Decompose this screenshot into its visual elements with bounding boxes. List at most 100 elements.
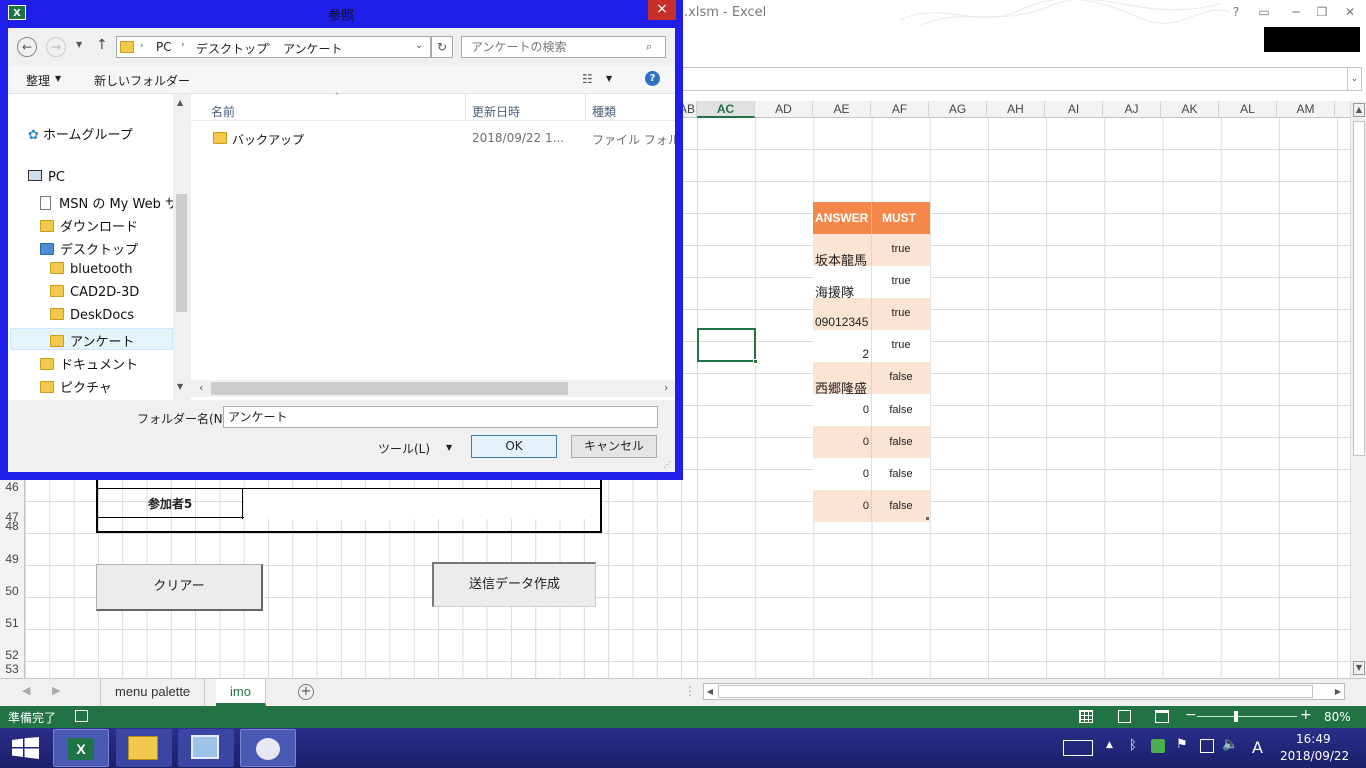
must-cell[interactable]: false — [871, 490, 930, 522]
column-header[interactable]: AI — [1045, 101, 1103, 118]
recent-locations-icon[interactable]: ▼ — [76, 40, 82, 49]
new-folder-button[interactable]: 新しいフォルダー — [94, 72, 190, 89]
file-scroll-right-icon[interactable]: › — [664, 381, 668, 394]
breadcrumb-desktop[interactable]: デスクトップ — [196, 40, 268, 57]
ime-indicator[interactable]: A — [1252, 738, 1263, 757]
must-cell[interactable]: false — [871, 394, 930, 426]
selected-cell[interactable] — [697, 328, 756, 362]
page-break-view-icon[interactable] — [1155, 710, 1169, 723]
breadcrumb-survey[interactable]: アンケート — [283, 40, 343, 57]
column-header[interactable]: AK — [1161, 101, 1219, 118]
column-header[interactable]: AJ — [1103, 101, 1161, 118]
row-header[interactable]: 53 — [0, 662, 24, 676]
column-header[interactable]: AL — [1219, 101, 1277, 118]
volume-icon[interactable]: 🔈 — [1222, 737, 1238, 752]
column-header[interactable]: AF — [871, 101, 929, 118]
expand-formula-bar-icon[interactable]: ⌄ — [1347, 68, 1361, 90]
add-sheet-button[interactable]: + — [298, 684, 314, 700]
answer-cell[interactable]: 0 — [813, 426, 869, 458]
help-icon[interactable]: ? — [645, 71, 660, 86]
row-header[interactable]: 49 — [0, 552, 24, 566]
windows-start-icon[interactable] — [12, 737, 39, 759]
fill-handle[interactable] — [753, 359, 758, 364]
zoom-slider[interactable] — [1197, 711, 1297, 722]
column-header[interactable]: AH — [987, 101, 1045, 118]
touch-keyboard-icon[interactable] — [1063, 740, 1093, 756]
zoom-level[interactable]: 80% — [1324, 710, 1351, 724]
file-scroll-thumb[interactable] — [211, 382, 568, 395]
create-send-data-button[interactable]: 送信データ作成 — [432, 562, 596, 607]
hscroll-left-icon[interactable]: ◀ — [704, 684, 716, 699]
scroll-up-icon[interactable]: ▲ — [1353, 103, 1365, 117]
clock-date[interactable]: 2018/09/22 — [1280, 749, 1349, 763]
answer-cell[interactable]: 海援隊 — [815, 266, 871, 300]
restore-icon[interactable]: ❐ — [1312, 2, 1332, 22]
must-cell[interactable]: true — [871, 266, 930, 298]
network-icon[interactable] — [1200, 739, 1214, 753]
answer-cell[interactable]: 2 — [813, 330, 869, 362]
must-header[interactable]: MUST — [871, 202, 930, 234]
taskbar-explorer[interactable] — [116, 729, 172, 767]
column-header-type[interactable]: 種類 — [592, 103, 616, 120]
answer-cell[interactable]: 西郷隆盛 — [815, 362, 871, 396]
page-layout-view-icon[interactable] — [1118, 710, 1131, 723]
address-dropdown-icon[interactable]: ⌄ — [415, 40, 423, 51]
organize-dropdown-icon[interactable]: ▼ — [55, 74, 61, 83]
close-icon[interactable]: ✕ — [1340, 2, 1360, 22]
tab-scroll-right-icon[interactable]: ▶ — [52, 684, 60, 697]
answer-cell[interactable]: 0 — [813, 458, 869, 490]
file-scroll-left-icon[interactable]: ‹ — [199, 381, 203, 394]
column-divider[interactable] — [465, 94, 466, 121]
column-header[interactable]: AE — [813, 101, 871, 118]
cancel-button[interactable]: キャンセル — [571, 435, 657, 458]
zoom-slider-thumb[interactable] — [1233, 711, 1238, 722]
answer-cell[interactable]: 坂本龍馬 — [815, 234, 871, 268]
hscroll-right-icon[interactable]: ▶ — [1332, 684, 1344, 699]
nav-msn[interactable]: MSN の My Web サ — [40, 193, 178, 212]
file-list-hscrollbar[interactable]: ‹ › — [191, 380, 675, 397]
column-header-name[interactable]: 名前 — [211, 103, 235, 120]
row-header[interactable]: 52 — [0, 648, 24, 662]
show-hidden-icons-icon[interactable]: ▲ — [1106, 740, 1113, 750]
nav-homegroup[interactable]: ✿ ホームグループ — [28, 124, 133, 143]
answer-cell[interactable]: 09012345 — [815, 298, 871, 330]
refresh-icon[interactable]: ↻ — [431, 36, 453, 58]
tools-button[interactable]: ツール(L) — [378, 440, 430, 457]
column-divider[interactable] — [585, 94, 586, 121]
must-cell[interactable]: true — [871, 234, 930, 266]
cell-grid-right[interactable] — [697, 118, 1350, 678]
folder-name-input[interactable]: アンケート — [223, 406, 658, 428]
nav-deskdocs[interactable]: DeskDocs — [50, 308, 134, 323]
nav-bluetooth[interactable]: bluetooth — [50, 262, 132, 277]
answer-cell[interactable]: 0 — [813, 394, 869, 426]
column-header[interactable]: AG — [929, 101, 987, 118]
scroll-down-icon[interactable]: ▼ — [1353, 661, 1365, 675]
row-header[interactable]: 48 — [0, 519, 24, 533]
nav-scrollbar[interactable]: ▲ ▼ — [173, 94, 190, 400]
tab-imo[interactable]: imo — [216, 679, 266, 706]
tab-menu-palette[interactable]: menu palette — [100, 679, 206, 706]
nav-survey[interactable]: アンケート — [50, 331, 134, 350]
horizontal-scroll-thumb[interactable] — [718, 685, 1313, 698]
table-resize-handle[interactable] — [926, 517, 929, 520]
organize-button[interactable]: 整理 — [26, 72, 50, 89]
taskbar-excel[interactable]: X — [53, 729, 109, 767]
tab-splitter-icon[interactable]: ⋮ — [684, 684, 696, 698]
file-row[interactable]: バックアップ 2018/09/22 1... ファイル フォルダー — [191, 127, 675, 149]
answer-cell[interactable]: 0 — [813, 490, 869, 522]
zoom-in-icon[interactable]: + — [1300, 707, 1312, 723]
search-icon[interactable]: ⌕ — [646, 40, 652, 54]
column-header[interactable]: AM — [1277, 101, 1335, 118]
action-center-flag-icon[interactable]: ⚑ — [1176, 737, 1188, 752]
account-area[interactable] — [1264, 27, 1360, 52]
vertical-scrollbar[interactable]: ▲ ▼ — [1350, 101, 1366, 678]
must-cell[interactable]: false — [871, 458, 930, 490]
vertical-scroll-thumb[interactable] — [1353, 121, 1365, 456]
macro-record-icon[interactable] — [75, 710, 88, 722]
breadcrumb-separator-icon[interactable]: › — [267, 40, 271, 50]
column-header-date[interactable]: 更新日時 — [472, 103, 520, 120]
bluetooth-icon[interactable]: ᛒ — [1129, 738, 1137, 753]
must-cell[interactable]: true — [871, 298, 930, 330]
clear-button[interactable]: クリアー — [96, 564, 263, 611]
nav-scroll-up-icon[interactable]: ▲ — [177, 98, 183, 107]
